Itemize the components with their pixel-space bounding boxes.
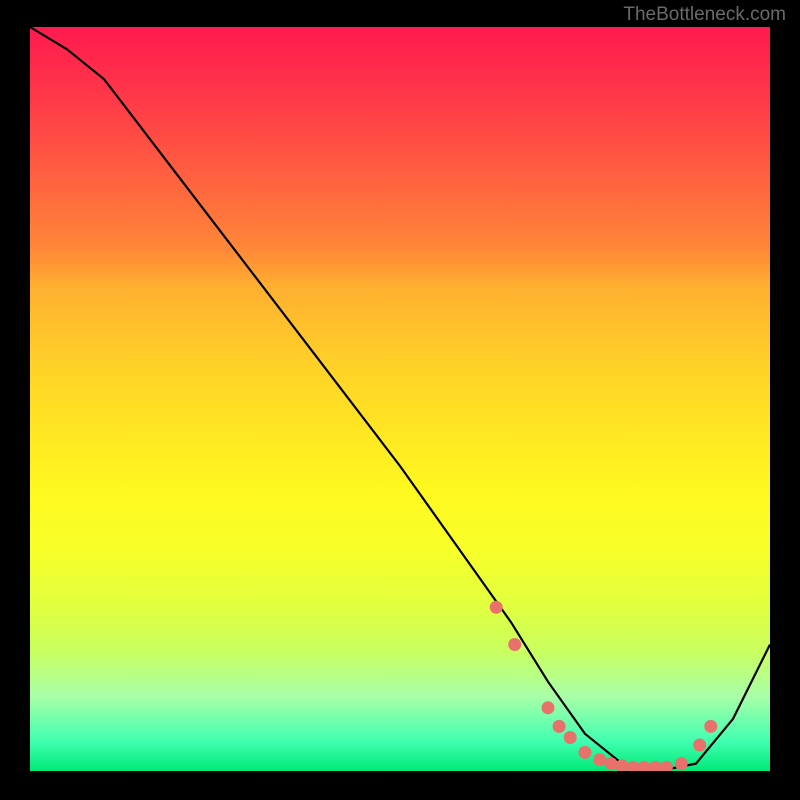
marker-dot (627, 761, 640, 771)
marker-dot (564, 731, 577, 744)
marker-dot (490, 601, 503, 614)
chart-svg (30, 27, 770, 771)
marker-dot (593, 753, 606, 766)
marker-dot (704, 720, 717, 733)
marker-dot (675, 757, 688, 770)
marker-dot (579, 746, 592, 759)
marker-dot (660, 761, 673, 771)
curve-line (30, 27, 770, 771)
marker-dots (490, 601, 718, 771)
marker-dot (638, 761, 651, 771)
marker-dot (649, 761, 662, 771)
marker-dot (604, 757, 617, 770)
marker-dot (693, 739, 706, 752)
marker-dot (553, 720, 566, 733)
plot-area (30, 27, 770, 771)
watermark-text: TheBottleneck.com (623, 4, 786, 26)
marker-dot (508, 638, 521, 651)
marker-dot (542, 701, 555, 714)
marker-dot (616, 759, 629, 771)
